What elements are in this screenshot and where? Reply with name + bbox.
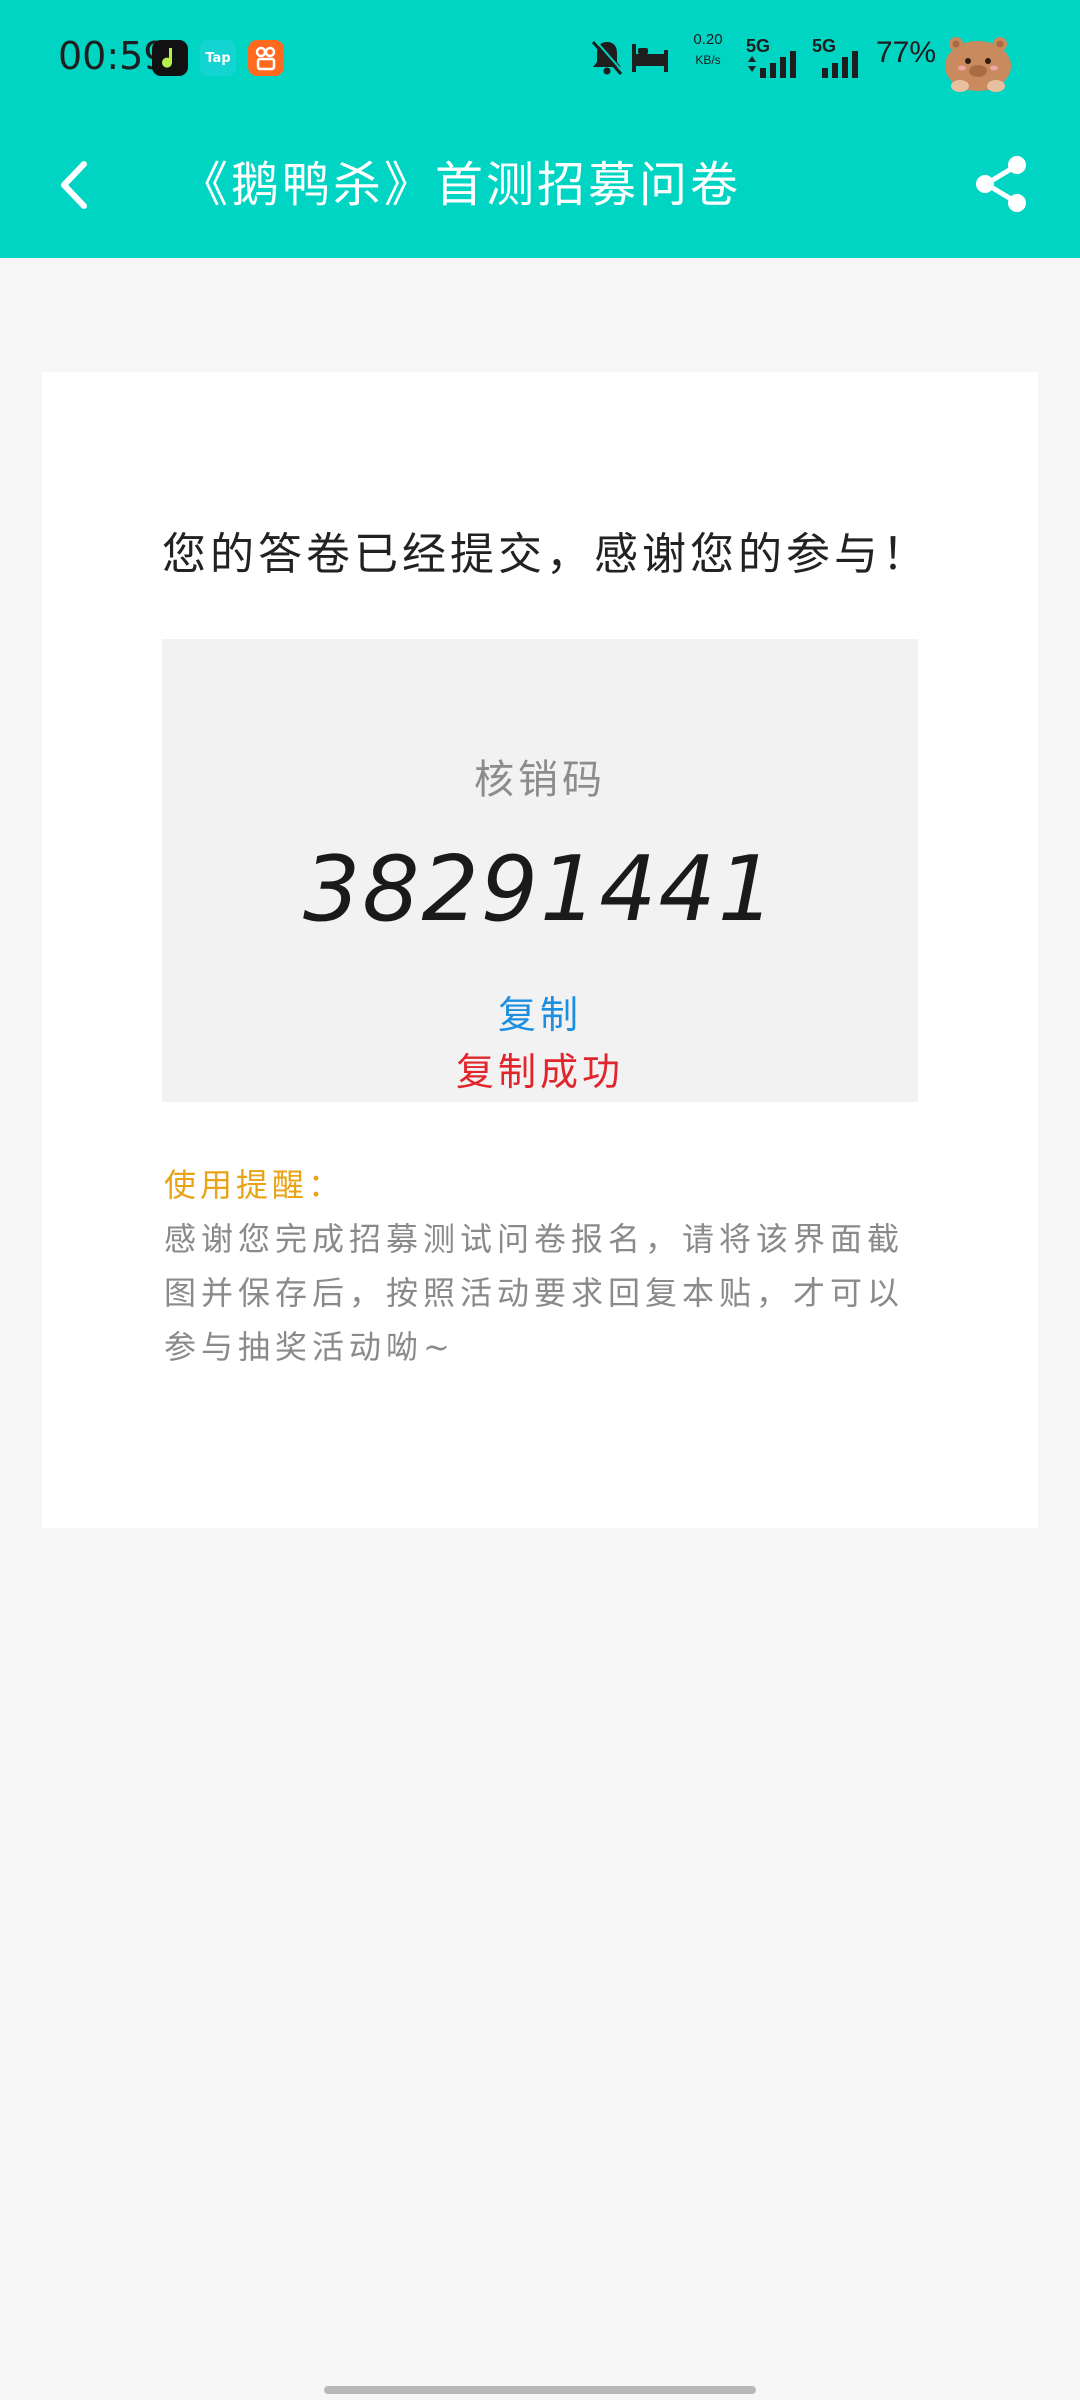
result-card: 您的答卷已经提交，感谢您的参与！ 核销码 38291441 复制 复制成功 使用… — [42, 372, 1038, 1528]
sim2-signal-icon — [818, 50, 868, 78]
network-speed-value: 0.20 — [693, 31, 723, 48]
home-indicator[interactable] — [324, 2386, 756, 2394]
redemption-code-label: 核销码 — [474, 757, 606, 803]
submission-success-message: 您的答卷已经提交，感谢您的参与！ — [162, 529, 930, 580]
share-icon — [976, 156, 1026, 212]
app-header: 00:59 Tap 0.20 KB/s 5G 5G 77% 《鹅鸭杀》首测招募问… — [0, 0, 1080, 258]
network-speed: 0.20 KB/s — [688, 30, 728, 70]
page-title: 《鹅鸭杀》首测招募问卷 — [180, 157, 742, 213]
sim1-signal-icon — [746, 50, 802, 78]
reminder-body: 感谢您完成招募测试问卷报名，请将该界面截图并保存后，按照活动要求回复本贴，才可以… — [164, 1220, 905, 1366]
copy-success-message: 复制成功 — [455, 1050, 624, 1094]
redemption-code-box: 核销码 38291441 复制 复制成功 — [162, 639, 918, 1102]
battery-level: 77% — [876, 36, 937, 69]
copy-button[interactable]: 复制 — [440, 984, 640, 1039]
share-button[interactable] — [970, 152, 1034, 216]
music-app-icon — [152, 40, 188, 76]
mute-icon — [590, 38, 624, 78]
sleep-mode-icon — [630, 40, 670, 74]
capybara-avatar-icon — [942, 28, 1014, 94]
back-button[interactable] — [50, 150, 100, 220]
tap-app-icon: Tap — [200, 40, 236, 76]
redemption-code-value[interactable]: 38291441 — [162, 837, 918, 942]
chevron-left-icon — [61, 161, 87, 209]
network-speed-unit: KB/s — [695, 53, 721, 67]
reminder-title: 使用提醒： — [164, 1166, 345, 1204]
kuaishou-app-icon — [248, 40, 284, 76]
